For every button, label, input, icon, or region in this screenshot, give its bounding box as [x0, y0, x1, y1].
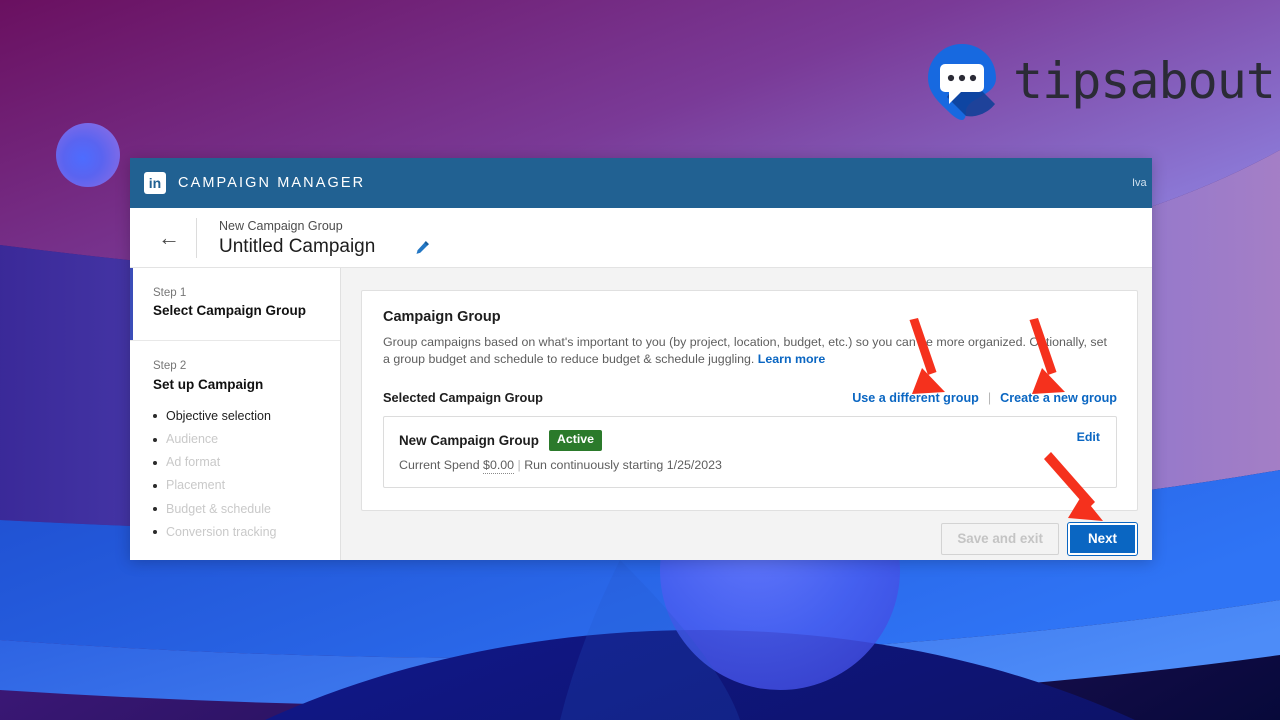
next-button[interactable]: Next	[1066, 521, 1139, 556]
decorative-orb	[56, 123, 120, 187]
header-divider	[196, 217, 197, 258]
campaign-manager-window: in CAMPAIGN MANAGER Iva ← New Campaign G…	[130, 158, 1152, 560]
back-arrow-icon[interactable]: ←	[142, 225, 196, 251]
sidebar-item-audience[interactable]: Audience	[153, 428, 340, 451]
step-1-label: Step 1	[153, 287, 187, 299]
campaign-group-name: New Campaign Group	[219, 218, 343, 233]
chat-bubble-pin-icon	[928, 44, 996, 120]
wizard-footer: Save and exit Next	[361, 521, 1139, 556]
group-subline: Current Spend $0.00 | Run continuously s…	[399, 457, 722, 474]
bullet-icon	[153, 507, 157, 512]
sidebar-item-placement[interactable]: Placement	[153, 474, 340, 497]
bullet-icon	[153, 414, 157, 419]
substep-label: Conversion tracking	[166, 524, 277, 539]
bullet-icon	[153, 437, 157, 442]
sidebar-item-objective-selection[interactable]: Objective selection	[153, 405, 340, 428]
campaign-group-card: Campaign Group Group campaigns based on …	[361, 290, 1138, 511]
page-title: Untitled Campaign	[219, 236, 376, 258]
main-content: Campaign Group Group campaigns based on …	[341, 268, 1152, 560]
campaign-meta: New Campaign Group Untitled Campaign	[219, 217, 430, 258]
wizard-sidebar: Step 1 Select Campaign Group Step 2 Set …	[130, 268, 341, 560]
sidebar-step-1[interactable]: Step 1 Select Campaign Group	[130, 268, 340, 342]
bullet-icon	[153, 483, 157, 488]
substep-list: Objective selection Audience Ad format P…	[153, 405, 340, 544]
linkedin-icon: in	[144, 172, 166, 194]
step-1-title: Select Campaign Group	[153, 303, 307, 319]
step-2-title: Set up Campaign	[153, 376, 264, 392]
app-topbar: in CAMPAIGN MANAGER Iva	[130, 158, 1152, 208]
logo-wordmark: tipsabout	[1013, 52, 1276, 110]
selected-group-box: New Campaign Group Active Current Spend …	[383, 416, 1117, 488]
use-different-group-link[interactable]: Use a different group	[852, 391, 979, 405]
selected-group-label: Selected Campaign Group	[383, 390, 543, 405]
sidebar-item-conversion-tracking[interactable]: Conversion tracking	[153, 521, 340, 544]
sidebar-step-2[interactable]: Step 2 Set up Campaign Objective selecti…	[130, 341, 340, 558]
learn-more-link[interactable]: Learn more	[758, 352, 825, 366]
group-info: New Campaign Group Active Current Spend …	[399, 430, 722, 474]
substep-label: Audience	[166, 431, 219, 446]
description-text: Group campaigns based on what's importan…	[383, 335, 1107, 366]
status-badge: Active	[548, 430, 603, 451]
card-title: Campaign Group	[383, 309, 501, 325]
user-menu[interactable]: Iva	[1132, 177, 1148, 189]
create-new-group-link[interactable]: Create a new group	[1000, 391, 1117, 405]
substep-label: Ad format	[166, 455, 221, 470]
active-step-accent	[130, 268, 133, 341]
substep-label: Placement	[166, 478, 226, 493]
save-and-exit-button[interactable]: Save and exit	[941, 522, 1059, 555]
edit-group-link[interactable]: Edit	[1077, 430, 1100, 472]
group-actions: Use a different group | Create a new gro…	[852, 391, 1117, 405]
substep-label: Objective selection	[166, 408, 271, 423]
current-spend-value[interactable]: $0.00	[483, 457, 515, 474]
bullet-icon	[153, 460, 157, 465]
tipsabout-logo: tipsabout	[925, 42, 1276, 120]
campaign-header: ← New Campaign Group Untitled Campaign	[130, 208, 1152, 268]
group-name: New Campaign Group	[399, 432, 539, 448]
pencil-icon[interactable]	[415, 240, 430, 255]
sidebar-item-budget-schedule[interactable]: Budget & schedule	[153, 498, 340, 521]
schedule-text: Run continuously starting 1/25/2023	[524, 457, 722, 472]
substep-label: Budget & schedule	[166, 501, 271, 516]
sidebar-item-ad-format[interactable]: Ad format	[153, 451, 340, 474]
bullet-icon	[153, 530, 157, 535]
app-title: CAMPAIGN MANAGER	[178, 175, 366, 191]
card-description: Group campaigns based on what's importan…	[383, 334, 1117, 368]
subline-separator: |	[517, 457, 521, 472]
action-separator: |	[987, 391, 992, 405]
selected-group-row: Selected Campaign Group Use a different …	[383, 390, 1117, 405]
current-spend-label: Current Spend	[399, 457, 480, 472]
step-2-label: Step 2	[153, 360, 187, 373]
